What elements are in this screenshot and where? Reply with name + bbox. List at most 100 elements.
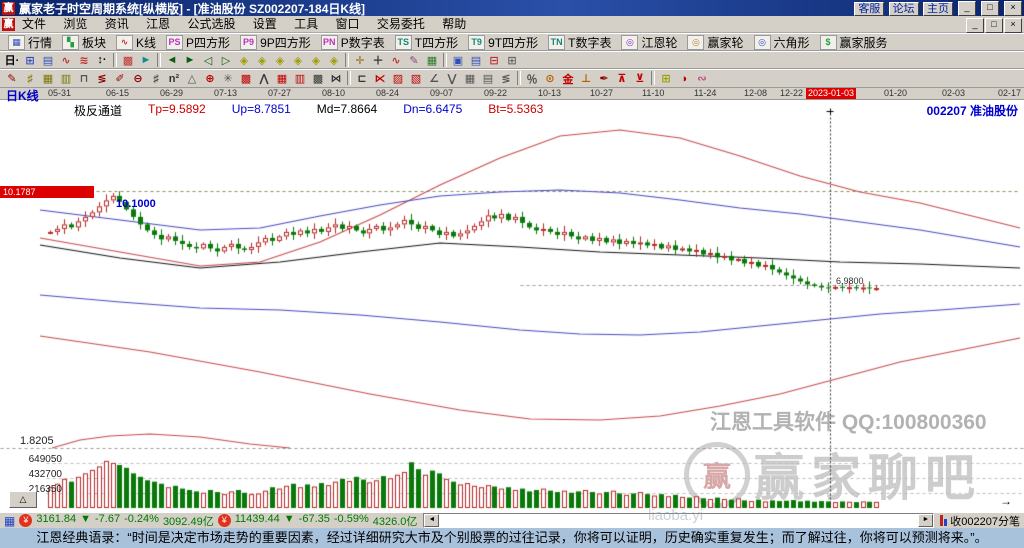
drawing-tool-icon[interactable]: ▤: [479, 71, 497, 86]
menu-item[interactable]: 窗口: [329, 17, 367, 31]
toolbar-icon[interactable]: ▤: [39, 53, 57, 68]
menu-item[interactable]: 设置: [246, 17, 284, 31]
toolbar-icon[interactable]: ▤: [467, 53, 485, 68]
drawing-tool-icon[interactable]: ▥: [291, 71, 309, 86]
toolbar-icon[interactable]: ⊞: [503, 53, 521, 68]
toolbar-icon[interactable]: ►: [181, 53, 199, 68]
drawing-tool-icon[interactable]: ⊖: [129, 71, 147, 86]
toolbar-icon[interactable]: ◁: [199, 53, 217, 68]
toolbar-icon[interactable]: ◈: [325, 53, 343, 68]
toolbar-icon[interactable]: [157, 53, 161, 67]
close-button[interactable]: ×: [1004, 1, 1022, 16]
toolbar-tool-button[interactable]: TN T数字表: [543, 34, 616, 50]
toolbar-icon[interactable]: ∿: [57, 53, 75, 68]
drawing-tool-icon[interactable]: ▨: [389, 71, 407, 86]
child-restore-button[interactable]: □: [985, 18, 1003, 33]
drawing-tool-icon[interactable]: ▥: [57, 71, 75, 86]
drawing-tool-icon[interactable]: ▦: [273, 71, 291, 86]
toolbar-icon[interactable]: ✎: [405, 53, 423, 68]
menu-item[interactable]: 交易委托: [370, 17, 432, 31]
minimize-button[interactable]: _: [958, 1, 976, 16]
titlebar-link-button[interactable]: 主页: [923, 2, 953, 16]
restore-button[interactable]: □: [981, 1, 999, 16]
toolbar-tool-button[interactable]: P9 9P四方形: [235, 34, 316, 50]
toolbar-tool-button[interactable]: ◎ 六角形: [749, 34, 815, 50]
menu-item[interactable]: 帮助: [435, 17, 473, 31]
drawing-tool-icon[interactable]: ⊥: [577, 71, 595, 86]
menu-item[interactable]: 公式选股: [180, 17, 242, 31]
drawing-tool-icon[interactable]: ⊙: [541, 71, 559, 86]
toolbar-icon[interactable]: ▷: [217, 53, 235, 68]
drawing-tool-icon[interactable]: ◑: [675, 71, 693, 86]
drawing-tool-icon[interactable]: ⊏: [353, 71, 371, 86]
drawing-tool-icon[interactable]: ✒: [595, 71, 613, 86]
toolbar-icon[interactable]: ✛: [351, 53, 369, 68]
toolbar-icon[interactable]: [443, 53, 447, 67]
drawing-tool-icon[interactable]: ∠: [425, 71, 443, 86]
toolbar-icon[interactable]: ◈: [307, 53, 325, 68]
toolbar-icon[interactable]: ◄: [163, 53, 181, 68]
toolbar-tool-button[interactable]: PN P数字表: [316, 34, 390, 50]
scroll-left-button[interactable]: ◄: [424, 514, 439, 527]
chart-canvas[interactable]: [0, 99, 1024, 512]
toolbar-icon[interactable]: ≋: [75, 53, 93, 68]
drawing-tool-icon[interactable]: ⊻: [631, 71, 649, 86]
menu-item[interactable]: 江恩: [139, 17, 177, 31]
drawing-tool-icon[interactable]: ▧: [407, 71, 425, 86]
child-close-button[interactable]: ×: [1004, 18, 1022, 33]
menu-item[interactable]: 资讯: [98, 17, 136, 31]
toolbar-icon[interactable]: [345, 53, 349, 67]
toolbar-tool-button[interactable]: TS T四方形: [390, 34, 463, 50]
drawing-tool-icon[interactable]: ⊓: [75, 71, 93, 86]
toolbar-icon[interactable]: ⊞: [21, 53, 39, 68]
toolbar-icon[interactable]: ＋: [369, 53, 387, 68]
toolbar-icon[interactable]: ◈: [289, 53, 307, 68]
toolbar-tool-button[interactable]: ▚ 板块: [57, 34, 111, 50]
toolbar-icon[interactable]: ↕·: [93, 53, 111, 68]
drawing-tool-icon[interactable]: ⋀: [255, 71, 273, 86]
tick-data-button[interactable]: 收002207分笔: [940, 513, 1020, 529]
expand-button[interactable]: △: [9, 491, 37, 508]
drawing-tool-icon[interactable]: ≶: [497, 71, 515, 86]
toolbar-tool-button[interactable]: ◎ 赢家轮: [682, 34, 748, 50]
toolbar-icon[interactable]: ◈: [271, 53, 289, 68]
drawing-tool-icon[interactable]: ⊞: [657, 71, 675, 86]
toolbar-icon[interactable]: 日·: [3, 53, 21, 68]
drawing-tool-icon[interactable]: [517, 71, 521, 85]
drawing-tool-icon[interactable]: n²: [165, 71, 183, 86]
market-grid-icon[interactable]: ▦: [4, 514, 15, 528]
child-minimize-button[interactable]: _: [966, 18, 984, 33]
drawing-tool-icon[interactable]: ▩: [309, 71, 327, 86]
menu-item[interactable]: 浏览: [56, 17, 94, 31]
drawing-tool-icon[interactable]: ✎: [3, 71, 21, 86]
drawing-tool-icon[interactable]: [651, 71, 655, 85]
toolbar-tool-button[interactable]: ∿ K线: [111, 34, 161, 50]
toolbar-icon[interactable]: ∿: [387, 53, 405, 68]
drawing-tool-icon[interactable]: ▩: [237, 71, 255, 86]
drawing-tool-icon[interactable]: ✐: [111, 71, 129, 86]
toolbar-tool-button[interactable]: $ 赢家服务: [815, 34, 893, 50]
titlebar-link-button[interactable]: 论坛: [889, 2, 919, 16]
drawing-tool-icon[interactable]: ∾: [693, 71, 711, 86]
scroll-right-button[interactable]: ►: [918, 514, 933, 527]
titlebar-link-button[interactable]: 客服: [854, 2, 884, 16]
drawing-tool-icon[interactable]: ≶: [93, 71, 111, 86]
drawing-tool-icon[interactable]: ▦: [39, 71, 57, 86]
menu-item[interactable]: 文件: [15, 17, 53, 31]
toolbar-icon[interactable]: ▣: [449, 53, 467, 68]
scroll-right-icon[interactable]: →: [1000, 495, 1012, 507]
toolbar-icon[interactable]: ⊟: [485, 53, 503, 68]
toolbar-tool-button[interactable]: ▦ 行情: [3, 34, 57, 50]
drawing-tool-icon[interactable]: ⋉: [371, 71, 389, 86]
toolbar-tool-button[interactable]: ◎ 江恩轮: [616, 34, 682, 50]
toolbar-tool-button[interactable]: PS P四方形: [161, 34, 235, 50]
drawing-tool-icon[interactable]: ⋈: [327, 71, 345, 86]
drawing-tool-icon[interactable]: ⋁: [443, 71, 461, 86]
drawing-tool-icon[interactable]: ♯: [147, 71, 165, 86]
menu-item[interactable]: 工具: [287, 17, 325, 31]
toolbar-icon[interactable]: ▩: [119, 53, 137, 68]
drawing-tool-icon[interactable]: [347, 71, 351, 85]
toolbar-icon[interactable]: ◈: [235, 53, 253, 68]
drawing-tool-icon[interactable]: 金: [559, 71, 577, 86]
drawing-tool-icon[interactable]: △: [183, 71, 201, 86]
